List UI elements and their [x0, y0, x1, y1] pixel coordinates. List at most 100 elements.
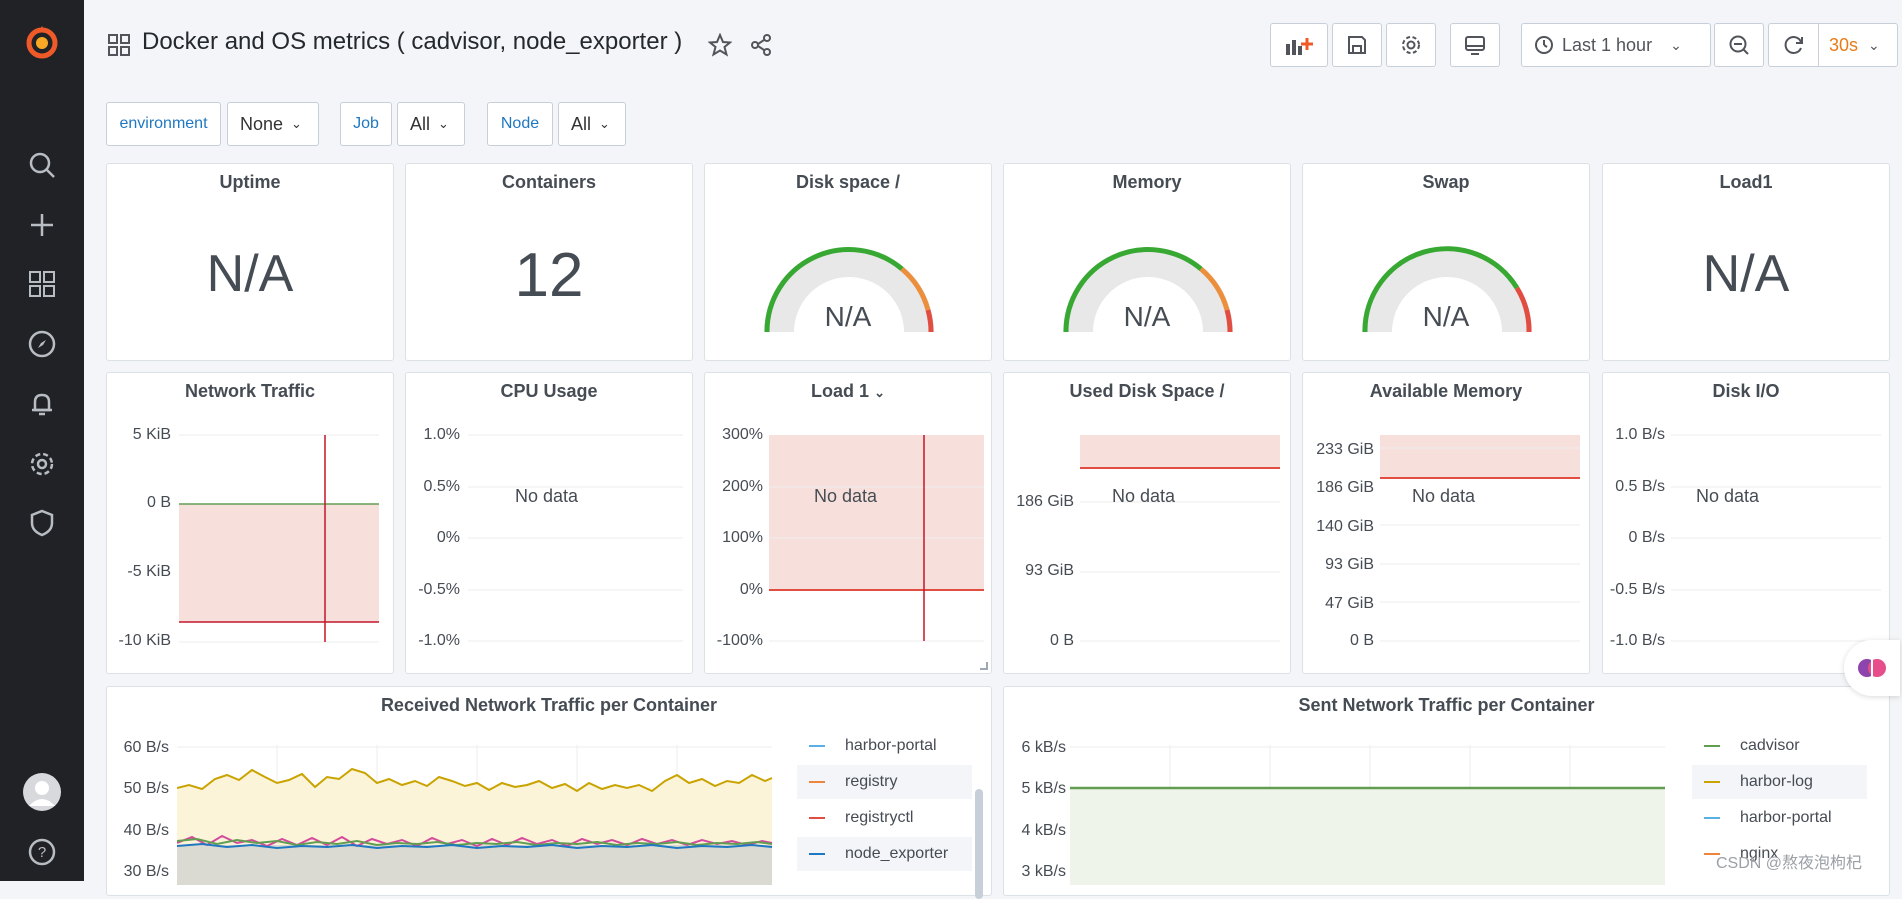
legend-item[interactable]: harbor-portal — [797, 729, 972, 763]
network-traffic-graph[interactable] — [179, 433, 389, 651]
stat-value: 12 — [514, 241, 584, 310]
panel-title[interactable]: Received Network Traffic per Container — [107, 695, 991, 716]
panel-title[interactable]: Uptime — [107, 172, 393, 193]
help-icon[interactable]: ? — [22, 832, 62, 872]
alerting-bell-icon[interactable] — [22, 384, 62, 424]
uptime-panel[interactable]: Uptime N/A — [106, 163, 394, 361]
gauge-value: N/A — [824, 301, 872, 332]
dashboard-settings-button[interactable] — [1386, 23, 1436, 67]
explore-compass-icon[interactable] — [22, 324, 62, 364]
panel-title[interactable]: Disk I/O — [1603, 381, 1889, 402]
chevron-down-icon: ⌄ — [1868, 36, 1880, 53]
load1-graph[interactable] — [769, 433, 989, 645]
cpu-usage-panel[interactable]: CPU Usage 1.0% 0.5% 0% -0.5% -1.0% No da… — [405, 372, 693, 674]
legend-label: cadvisor — [1740, 737, 1800, 754]
used-disk-space-graph[interactable] — [1080, 433, 1290, 645]
user-avatar-icon[interactable] — [22, 772, 62, 812]
legend-label: node_exporter — [845, 845, 949, 862]
share-icon[interactable] — [749, 33, 773, 57]
y-tick: -10 KiB — [118, 632, 171, 649]
zoom-out-button[interactable] — [1714, 23, 1764, 67]
disk-space-panel[interactable]: Disk space / N/A — [704, 163, 992, 361]
y-tick: 93 GiB — [1025, 562, 1074, 579]
variable-select-job[interactable]: All ⌄ — [397, 102, 465, 146]
refresh-interval-label[interactable]: 30s — [1829, 35, 1858, 56]
star-icon[interactable] — [707, 32, 733, 57]
legend-scrollbar[interactable] — [975, 789, 983, 899]
y-tick: 100% — [722, 529, 763, 546]
load1-graph-panel[interactable]: Load 1 ⌄ 300% 200% 100% 0% -100% No data — [704, 372, 992, 674]
variable-select-environment[interactable]: None ⌄ — [227, 102, 319, 146]
dashboard-navbar: Docker and OS metrics ( cadvisor, node_e… — [84, 0, 1902, 90]
dashboards-icon[interactable] — [22, 264, 62, 304]
panel-title[interactable]: Memory — [1004, 172, 1290, 193]
chevron-down-icon: ⌄ — [874, 385, 885, 400]
panel-title[interactable]: Load 1 ⌄ — [705, 381, 991, 402]
legend-item[interactable]: harbor-log — [1692, 765, 1867, 799]
dashboards-grid-icon[interactable] — [108, 34, 130, 56]
variable-label-job: Job — [340, 102, 392, 146]
clock-icon — [1535, 36, 1553, 54]
legend-item[interactable]: cadvisor — [1692, 729, 1867, 763]
panel-title[interactable]: Swap — [1303, 172, 1589, 193]
grafana-logo-icon[interactable] — [22, 22, 62, 62]
no-data-label: No data — [814, 486, 878, 506]
cpu-usage-graph[interactable] — [468, 433, 688, 645]
watermark: CSDN @熬夜泡枸杞 — [1716, 855, 1863, 872]
panel-title[interactable]: Sent Network Traffic per Container — [1004, 695, 1889, 716]
panel-title[interactable]: Disk space / — [705, 172, 991, 193]
y-tick: 1.0 B/s — [1615, 426, 1665, 443]
refresh-button[interactable]: 30s ⌄ — [1768, 23, 1898, 67]
y-tick: 0 B — [1349, 632, 1374, 649]
legend: harbor-portal registry registryctl node_… — [797, 729, 983, 899]
memory-panel[interactable]: Memory N/A — [1003, 163, 1291, 361]
panel-title[interactable]: Load1 — [1603, 172, 1889, 193]
time-range-picker[interactable]: Last 1 hour ⌄ — [1521, 23, 1711, 67]
legend-item[interactable]: node_exporter — [797, 837, 972, 871]
variable-value: All — [571, 113, 592, 134]
panel-title[interactable]: Available Memory — [1303, 381, 1589, 402]
y-tick: 140 GiB — [1316, 518, 1374, 535]
floating-brain-icon[interactable] — [1844, 640, 1900, 696]
legend-swatch — [1704, 817, 1720, 819]
dashboard-title[interactable]: Docker and OS metrics ( cadvisor, node_e… — [142, 28, 682, 56]
received-traffic-graph[interactable] — [177, 745, 777, 885]
add-panel-button[interactable] — [1270, 23, 1328, 67]
used-disk-space-panel[interactable]: Used Disk Space / 186 GiB 93 GiB 0 B No … — [1003, 372, 1291, 674]
search-icon[interactable] — [22, 145, 62, 185]
view-mode-button[interactable] — [1450, 23, 1500, 67]
panel-title[interactable]: Network Traffic — [107, 381, 393, 402]
swap-panel[interactable]: Swap N/A — [1302, 163, 1590, 361]
legend-item[interactable]: registry — [797, 765, 972, 799]
y-tick: 0 B/s — [1628, 529, 1665, 546]
legend-item[interactable]: registryctl — [797, 801, 972, 835]
gear-icon — [1402, 36, 1420, 54]
chevron-down-icon: ⌄ — [291, 116, 302, 131]
network-traffic-panel[interactable]: Network Traffic 5 KiB 0 B -5 KiB -10 KiB — [106, 372, 394, 674]
y-tick: 0.5% — [423, 478, 460, 495]
legend-item[interactable]: harbor-portal — [1692, 801, 1867, 835]
server-admin-shield-icon[interactable] — [22, 503, 62, 543]
panel-title[interactable]: Containers — [406, 172, 692, 193]
no-data-label: No data — [1696, 486, 1760, 506]
plus-icon[interactable] — [22, 205, 62, 245]
available-memory-graph[interactable] — [1380, 433, 1590, 645]
y-tick: 6 kB/s — [1021, 739, 1066, 756]
variable-select-node[interactable]: All ⌄ — [558, 102, 626, 146]
legend-label: harbor-portal — [1740, 809, 1832, 826]
save-dashboard-button[interactable] — [1332, 23, 1382, 67]
load1-stat-panel[interactable]: Load1 N/A — [1602, 163, 1890, 361]
panel-title[interactable]: Used Disk Space / — [1004, 381, 1290, 402]
disk-io-panel[interactable]: Disk I/O 1.0 B/s 0.5 B/s 0 B/s -0.5 B/s … — [1602, 372, 1890, 674]
disk-io-graph[interactable] — [1671, 433, 1886, 645]
resize-handle-icon[interactable] — [980, 662, 988, 670]
y-tick: 200% — [722, 478, 763, 495]
available-memory-panel[interactable]: Available Memory 233 GiB 186 GiB 140 GiB… — [1302, 372, 1590, 674]
legend-label: harbor-log — [1740, 773, 1813, 790]
received-traffic-panel[interactable]: Received Network Traffic per Container 6… — [106, 686, 992, 899]
configuration-gear-icon[interactable] — [22, 444, 62, 484]
sent-traffic-graph[interactable] — [1070, 745, 1670, 885]
containers-panel[interactable]: Containers 12 — [405, 163, 693, 361]
panel-title[interactable]: CPU Usage — [406, 381, 692, 402]
monitor-icon — [1465, 36, 1485, 55]
